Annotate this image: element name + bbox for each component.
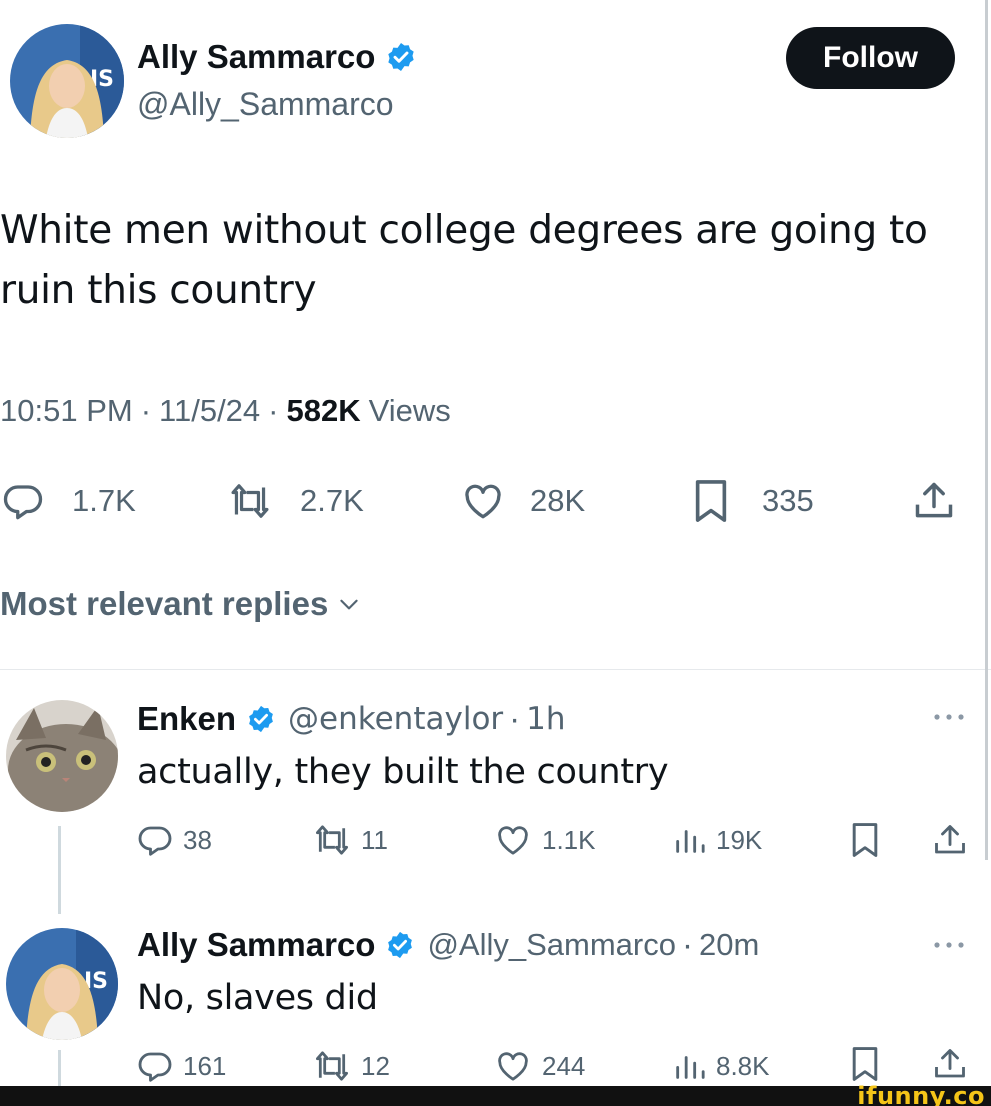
heart-icon <box>494 822 532 858</box>
reply-author-name[interactable]: Enken <box>137 700 236 738</box>
reply-text: No, slaves did <box>137 978 378 1018</box>
reply-action[interactable]: 38 <box>137 822 212 858</box>
meta-separator: · <box>681 926 693 963</box>
like-action[interactable]: 244 <box>494 1048 585 1084</box>
thread-line <box>58 1050 61 1086</box>
meta-separator: · <box>509 700 521 737</box>
more-options-icon[interactable] <box>932 940 966 950</box>
heart-icon <box>494 1048 532 1084</box>
views-action[interactable]: 8.8K <box>672 1048 770 1084</box>
repost-count: 11 <box>361 824 388 855</box>
reply-count: 1.7K <box>72 483 136 518</box>
repost-icon <box>313 1048 351 1084</box>
views-action[interactable]: 19K <box>672 822 762 858</box>
more-options-icon[interactable] <box>932 712 966 722</box>
repost-icon <box>313 822 351 858</box>
verified-badge-icon <box>385 930 415 960</box>
meta-separator: · <box>140 393 152 428</box>
reply-handle[interactable]: @enkentaylor <box>288 701 503 737</box>
share-action[interactable] <box>912 478 956 524</box>
thread-line <box>58 826 61 914</box>
like-count: 244 <box>542 1050 586 1081</box>
reply-avatar[interactable]: IS <box>6 928 118 1040</box>
reply-icon <box>137 1048 173 1084</box>
bookmark-icon <box>690 478 732 524</box>
heart-icon <box>460 480 506 522</box>
bookmark-icon <box>848 821 882 859</box>
watermark: ifunny.co <box>857 1082 985 1106</box>
repost-action[interactable]: 2.7K <box>228 478 364 524</box>
footer-bar <box>0 1086 991 1106</box>
reply-avatar[interactable] <box>6 700 118 812</box>
reply-header: Enken @enkentaylor · 1h <box>137 700 566 738</box>
share-icon <box>912 479 956 523</box>
like-action[interactable]: 1.1K <box>494 822 596 858</box>
reply-action[interactable]: 161 <box>137 1048 226 1084</box>
like-action[interactable]: 28K <box>460 478 585 524</box>
author-handle[interactable]: @Ally_Sammarco <box>137 86 394 123</box>
bookmark-action[interactable] <box>848 1046 882 1082</box>
reply-age[interactable]: 1h <box>526 701 565 737</box>
share-icon <box>932 822 968 858</box>
repost-action[interactable]: 11 <box>313 822 388 858</box>
reply-action[interactable]: 1.7K <box>2 478 136 524</box>
repost-count: 12 <box>361 1050 390 1081</box>
share-icon <box>932 1046 968 1082</box>
scrollbar[interactable] <box>985 0 988 860</box>
views-count: 19K <box>716 824 763 855</box>
views-count: 8.8K <box>716 1050 770 1081</box>
tweet-text-line-1: White men without college degrees are go… <box>0 208 928 253</box>
analytics-icon <box>672 822 706 858</box>
repost-count: 2.7K <box>300 483 364 518</box>
analytics-icon <box>672 1048 706 1084</box>
views-label: Views <box>368 393 451 428</box>
reply-icon <box>137 822 173 858</box>
reply-text: actually, they built the country <box>137 752 669 792</box>
reply-handle[interactable]: @Ally_Sammarco <box>427 927 676 963</box>
share-action[interactable] <box>932 822 968 858</box>
bookmark-icon <box>848 1045 882 1083</box>
reply-age[interactable]: 20m <box>699 927 759 963</box>
tweet-text-line-2: ruin this country <box>0 268 317 313</box>
views-count: 582K <box>286 393 361 428</box>
reply-count: 161 <box>183 1050 227 1081</box>
like-count: 1.1K <box>542 824 596 855</box>
like-count: 28K <box>530 483 586 518</box>
divider <box>0 669 991 670</box>
tweet-date[interactable]: 11/5/24 <box>159 393 260 429</box>
verified-badge-icon <box>385 41 417 73</box>
bookmark-action[interactable]: 335 <box>690 478 814 524</box>
bookmark-count: 335 <box>762 483 814 518</box>
chevron-down-icon <box>336 591 362 617</box>
repost-icon <box>228 480 272 522</box>
author-name[interactable]: Ally Sammarco <box>137 38 375 76</box>
author-avatar[interactable]: IS <box>10 24 124 138</box>
replies-header: Most relevant replies <box>0 585 329 622</box>
follow-button[interactable]: Follow <box>786 27 955 89</box>
reply-icon <box>2 480 44 522</box>
bookmark-action[interactable] <box>848 822 882 858</box>
tweet-time[interactable]: 10:51 PM <box>0 393 133 429</box>
tweet-meta: 10:51 PM · 11/5/24 · 582K Views <box>0 393 451 429</box>
reply-count: 38 <box>183 824 212 855</box>
verified-badge-icon <box>246 704 276 734</box>
reply-author-name[interactable]: Ally Sammarco <box>137 926 375 964</box>
share-action[interactable] <box>932 1046 968 1082</box>
repost-action[interactable]: 12 <box>313 1048 390 1084</box>
reply-header: Ally Sammarco @Ally_Sammarco · 20m <box>137 926 759 964</box>
replies-sort-dropdown[interactable]: Most relevant replies <box>0 585 362 623</box>
meta-separator: · <box>268 393 279 428</box>
